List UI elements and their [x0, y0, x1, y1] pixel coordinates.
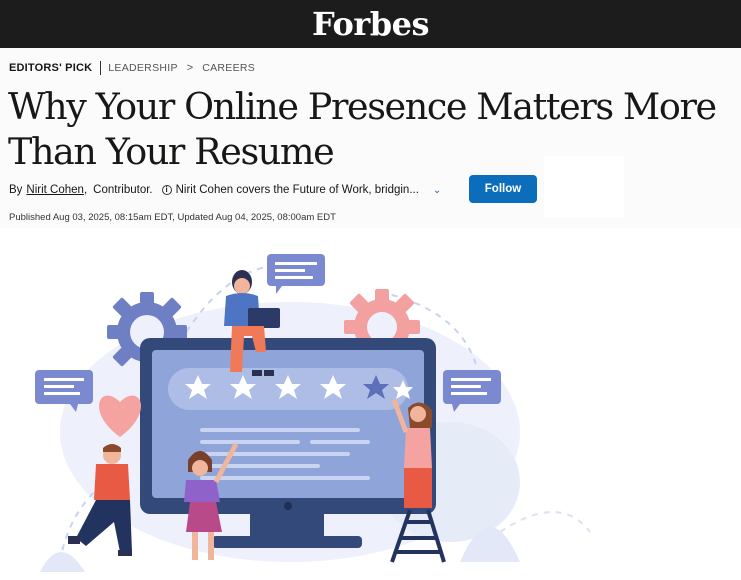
- published-date: Published Aug 03, 2025, 08:15am EDT, Upd…: [9, 212, 336, 223]
- byline: By Nirit Cohen, Contributor. i Nirit Coh…: [9, 184, 441, 196]
- breadcrumb-careers-link[interactable]: CAREERS: [202, 62, 255, 74]
- author-link[interactable]: Nirit Cohen: [26, 184, 84, 196]
- hero-illustration: [35, 254, 591, 572]
- by-label: By: [9, 184, 23, 196]
- author-bio[interactable]: Nirit Cohen covers the Future of Work, b…: [176, 184, 419, 196]
- breadcrumb-divider: [100, 61, 102, 75]
- ad-placeholder: [544, 156, 624, 218]
- chevron-right-icon: >: [186, 62, 194, 74]
- comma: ,: [83, 184, 88, 196]
- chevron-down-icon[interactable]: ⌄: [433, 185, 441, 196]
- forbes-logo[interactable]: Forbes: [312, 5, 429, 43]
- follow-button[interactable]: Follow: [469, 175, 537, 203]
- author-role: Contributor.: [93, 184, 153, 196]
- info-icon[interactable]: i: [161, 185, 172, 195]
- editors-pick-label: EDITORS' PICK: [9, 62, 93, 74]
- chat-bubble-icon: [267, 254, 325, 294]
- breadcrumb-leadership-link[interactable]: LEADERSHIP: [108, 62, 178, 74]
- breadcrumb: EDITORS' PICK LEADERSHIP > CAREERS: [9, 61, 255, 75]
- article-title: Why Your Online Presence Matters More Th…: [8, 85, 717, 173]
- top-navigation-bar: Forbes: [0, 0, 741, 48]
